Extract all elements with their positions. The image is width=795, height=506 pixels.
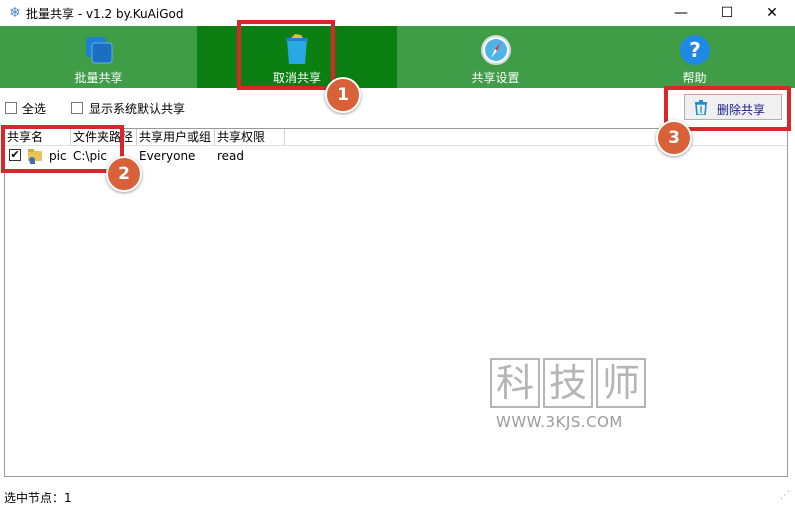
column-header-share-user[interactable]: 共享用户或组 [137,129,215,145]
tab-label: 共享设置 [471,71,520,85]
help-icon: ? [679,35,710,65]
show-system-share-checkbox[interactable] [71,102,83,114]
show-system-share-label: 显示系统默认共享 [89,102,186,116]
minimize-button[interactable]: — [658,0,704,26]
watermark-url: WWW.3KJS.COM [496,413,623,431]
tab-label: 帮助 [682,71,707,85]
close-button[interactable]: ✕ [749,0,795,26]
maximize-button[interactable]: ☐ [704,0,750,26]
select-all-label: 全选 [22,102,47,116]
tab-label: 批量共享 [74,71,123,85]
tab-share-settings[interactable]: 共享设置 [397,26,594,88]
svg-text:?: ? [689,38,701,62]
watermark-char: 师 [596,358,646,408]
window-title: 批量共享 - v1.2 by.KuAiGod [26,7,184,21]
step-marker-3: 3 [656,120,692,156]
watermark-char: 科 [490,358,540,408]
share-stack-icon [85,37,112,64]
ribbon-toolbar: 批量共享 取消共享 共享设置 ? 帮助 [0,26,795,88]
compass-icon [480,35,511,65]
highlight-box-cancel-share [237,20,335,90]
status-selected-count: 选中节点：1 [4,491,72,505]
column-header-permission[interactable]: 共享权限 [215,129,285,145]
share-user-cell: Everyone [139,149,196,163]
tab-help[interactable]: ? 帮助 [594,26,795,88]
select-all-checkbox[interactable] [5,102,17,114]
title-bar: ❄ 批量共享 - v1.2 by.KuAiGod — ☐ ✕ [0,0,795,26]
step-marker-2: 2 [106,156,142,192]
tab-batch-share[interactable]: 批量共享 [0,26,197,88]
watermark-char: 技 [543,358,593,408]
snowflake-icon: ❄ [9,5,21,21]
permission-cell: read [217,149,245,163]
step-marker-1: 1 [325,77,361,113]
highlight-box-share-row [1,125,124,173]
resize-grip-icon[interactable]: ⋰ [780,490,790,501]
